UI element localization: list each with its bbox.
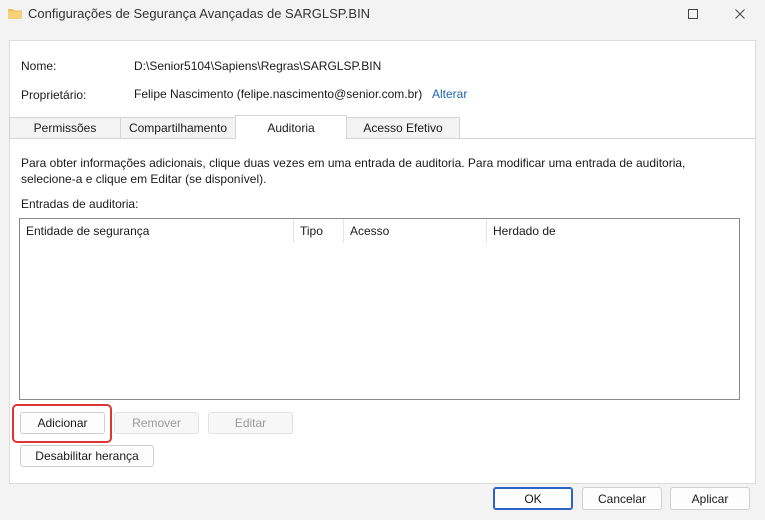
tab-compartilhamento[interactable]: Compartilhamento — [120, 117, 236, 138]
name-label: Nome: — [21, 59, 57, 73]
disable-inheritance-button[interactable]: Desabilitar herança — [20, 445, 154, 467]
tab-permissoes[interactable]: Permissões — [9, 117, 121, 138]
folder-icon — [8, 8, 22, 19]
owner-label: Proprietário: — [21, 88, 87, 102]
close-icon — [735, 9, 745, 19]
audit-entries-label: Entradas de auditoria: — [21, 197, 139, 211]
column-header-acesso[interactable]: Acesso — [344, 219, 487, 243]
cancel-button[interactable]: Cancelar — [582, 487, 662, 510]
window-title: Configurações de Segurança Avançadas de … — [28, 6, 371, 21]
tab-acesso-efetivo[interactable]: Acesso Efetivo — [346, 117, 460, 138]
tab-divider — [9, 138, 756, 139]
maximize-button[interactable] — [670, 0, 716, 28]
column-header-entidade[interactable]: Entidade de segurança — [20, 219, 294, 243]
edit-button[interactable]: Editar — [208, 412, 293, 434]
owner-value: Felipe Nascimento (felipe.nascimento@sen… — [134, 87, 423, 101]
name-value: D:\Senior5104\Sapiens\Regras\SARGLSP.BIN — [134, 59, 382, 73]
apply-button[interactable]: Aplicar — [670, 487, 750, 510]
remove-button[interactable]: Remover — [114, 412, 199, 434]
audit-entries-list[interactable]: Entidade de segurança Tipo Acesso Herdad… — [19, 218, 740, 400]
info-text: Para obter informações adicionais, cliqu… — [21, 156, 686, 186]
maximize-icon — [688, 9, 698, 19]
column-header-tipo[interactable]: Tipo — [294, 219, 344, 243]
add-button[interactable]: Adicionar — [20, 412, 105, 434]
column-header-herdado[interactable]: Herdado de — [487, 219, 739, 243]
close-button[interactable] — [717, 0, 763, 28]
change-owner-link[interactable]: Alterar — [432, 87, 467, 101]
ok-button[interactable]: OK — [493, 487, 573, 510]
tab-auditoria[interactable]: Auditoria — [235, 115, 347, 139]
title-bar: Configurações de Segurança Avançadas de … — [0, 0, 765, 28]
